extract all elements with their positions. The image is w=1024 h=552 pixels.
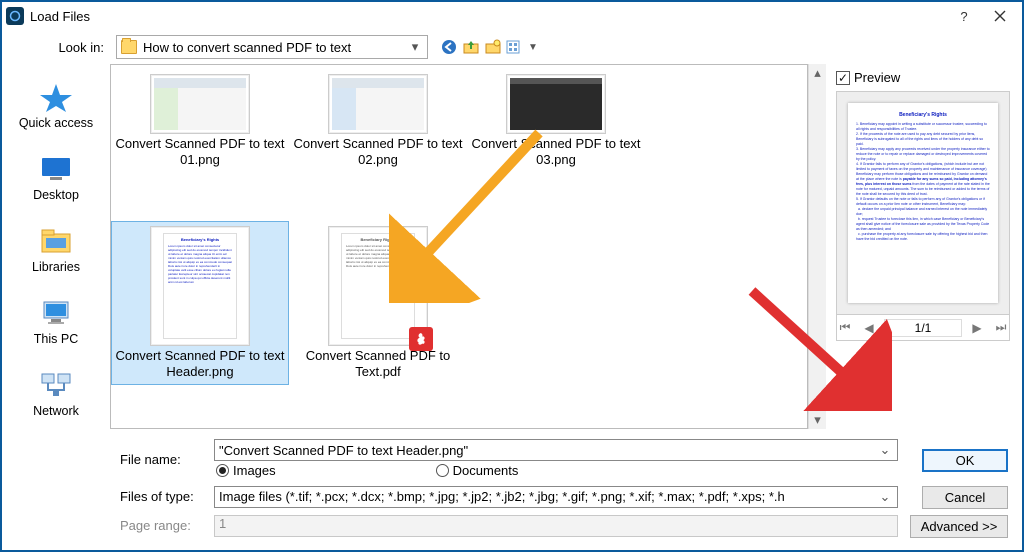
places-sidebar: Quick access Desktop Libraries This PC xyxy=(2,64,110,550)
thispc-icon xyxy=(34,296,78,330)
radio-on-icon xyxy=(216,464,229,477)
file-thumbnail xyxy=(506,74,606,134)
load-files-dialog: Load Files ? Look in: How to convert sca… xyxy=(0,0,1024,552)
scroll-down-icon[interactable]: ▾ xyxy=(809,411,826,429)
file-list[interactable]: Convert Scanned PDF to text 01.png Conve… xyxy=(110,64,808,429)
filesoftype-value: Image files (*.tif; *.pcx; *.dcx; *.bmp;… xyxy=(219,489,877,504)
page-indicator: 1/1 xyxy=(884,319,963,337)
radio-documents[interactable]: Documents xyxy=(436,463,519,478)
sidebar-item-desktop[interactable]: Desktop xyxy=(2,146,110,208)
sidebar-item-network[interactable]: Network xyxy=(2,362,110,424)
pager-prev-icon[interactable]: ◀ xyxy=(860,321,877,335)
filesoftype-label: Files of type: xyxy=(110,489,208,504)
title-bar: Load Files ? xyxy=(2,2,1022,30)
folder-icon xyxy=(121,40,137,54)
file-name-label: Convert Scanned PDF to text 02.png xyxy=(292,136,464,168)
preview-pager: ⏮ ◀ 1/1 ▶ ⏭ xyxy=(836,315,1010,341)
file-name-label: Convert Scanned PDF to text Header.png xyxy=(114,348,286,380)
radio-documents-label: Documents xyxy=(453,463,519,478)
file-thumbnail xyxy=(328,74,428,134)
radio-images[interactable]: Images xyxy=(216,463,276,478)
quick-access-icon xyxy=(34,80,78,114)
desktop-icon xyxy=(34,152,78,186)
preview-page: Beneficiary's Rights 1. Beneficiary may … xyxy=(848,103,998,303)
view-menu-icon[interactable] xyxy=(506,38,524,56)
chevron-down-icon[interactable]: ▾ xyxy=(407,39,423,55)
checkbox-icon: ✓ xyxy=(836,71,850,85)
back-icon[interactable] xyxy=(440,38,458,56)
pager-first-icon[interactable]: ⏮ xyxy=(836,320,855,335)
sidebar-item-label: Desktop xyxy=(33,188,79,202)
ok-button[interactable]: OK xyxy=(922,449,1008,472)
radio-images-label: Images xyxy=(233,463,276,478)
new-folder-icon[interactable] xyxy=(484,38,502,56)
chevron-down-icon[interactable]: ⌄ xyxy=(877,489,893,505)
preview-pane: Beneficiary's Rights 1. Beneficiary may … xyxy=(836,91,1010,315)
scrollbar-vertical[interactable]: ▴ ▾ xyxy=(808,64,826,429)
sidebar-item-quickaccess[interactable]: Quick access xyxy=(2,74,110,136)
libraries-icon xyxy=(34,224,78,258)
file-thumbnail xyxy=(150,74,250,134)
file-name-label: Convert Scanned PDF to Text.pdf xyxy=(292,348,464,380)
pager-last-icon[interactable]: ⏭ xyxy=(992,320,1011,335)
file-thumbnail: Beneficiary's RightsLorem ipsum dolor si… xyxy=(150,226,250,346)
file-thumbnail: Beneficiary RightsLorem ipsum dolor sit … xyxy=(328,226,428,346)
file-item[interactable]: Beneficiary RightsLorem ipsum dolor sit … xyxy=(289,221,467,385)
lookin-value: How to convert scanned PDF to text xyxy=(143,40,401,55)
lookin-combo[interactable]: How to convert scanned PDF to text ▾ xyxy=(116,35,428,59)
toolbar: Look in: How to convert scanned PDF to t… xyxy=(2,30,1022,64)
preview-label: Preview xyxy=(854,70,900,85)
sidebar-item-label: Quick access xyxy=(19,116,93,130)
radio-off-icon xyxy=(436,464,449,477)
up-one-level-icon[interactable] xyxy=(462,38,480,56)
bottom-panel: File name: "Convert Scanned PDF to text … xyxy=(110,429,1018,544)
sidebar-item-label: Libraries xyxy=(32,260,80,274)
advanced-button[interactable]: Advanced >> xyxy=(910,515,1008,538)
preview-checkbox[interactable]: ✓ Preview xyxy=(836,70,1010,85)
app-icon xyxy=(6,7,24,25)
window-title: Load Files xyxy=(30,9,90,24)
sidebar-item-label: This PC xyxy=(34,332,78,346)
filename-value: "Convert Scanned PDF to text Header.png" xyxy=(219,443,877,458)
network-icon xyxy=(34,368,78,402)
file-item[interactable]: Convert Scanned PDF to text 01.png xyxy=(111,69,289,173)
file-item-selected[interactable]: Beneficiary's RightsLorem ipsum dolor si… xyxy=(111,221,289,385)
filename-label: File name: xyxy=(110,452,208,467)
file-item[interactable]: Convert Scanned PDF to text 02.png xyxy=(289,69,467,173)
cancel-button[interactable]: Cancel xyxy=(922,486,1008,509)
pager-next-icon[interactable]: ▶ xyxy=(968,321,985,335)
chevron-down-icon[interactable]: ▼ xyxy=(528,42,538,53)
pagerange-label: Page range: xyxy=(110,518,208,533)
file-item[interactable]: Convert Scanned PDF to text 03.png xyxy=(467,69,645,173)
file-name-label: Convert Scanned PDF to text 03.png xyxy=(470,136,642,168)
sidebar-item-label: Network xyxy=(33,404,79,418)
scroll-up-icon[interactable]: ▴ xyxy=(809,64,826,82)
close-button[interactable] xyxy=(982,2,1018,30)
file-name-label: Convert Scanned PDF to text 01.png xyxy=(114,136,286,168)
filename-input[interactable]: "Convert Scanned PDF to text Header.png"… xyxy=(214,439,898,461)
filesoftype-input[interactable]: Image files (*.tif; *.pcx; *.dcx; *.bmp;… xyxy=(214,486,898,508)
sidebar-item-libraries[interactable]: Libraries xyxy=(2,218,110,280)
lookin-label: Look in: xyxy=(12,40,110,55)
pagerange-input: 1 xyxy=(214,515,898,537)
sidebar-item-thispc[interactable]: This PC xyxy=(2,290,110,352)
pdf-icon xyxy=(409,327,433,351)
help-button[interactable]: ? xyxy=(946,2,982,30)
chevron-down-icon[interactable]: ⌄ xyxy=(877,442,893,458)
